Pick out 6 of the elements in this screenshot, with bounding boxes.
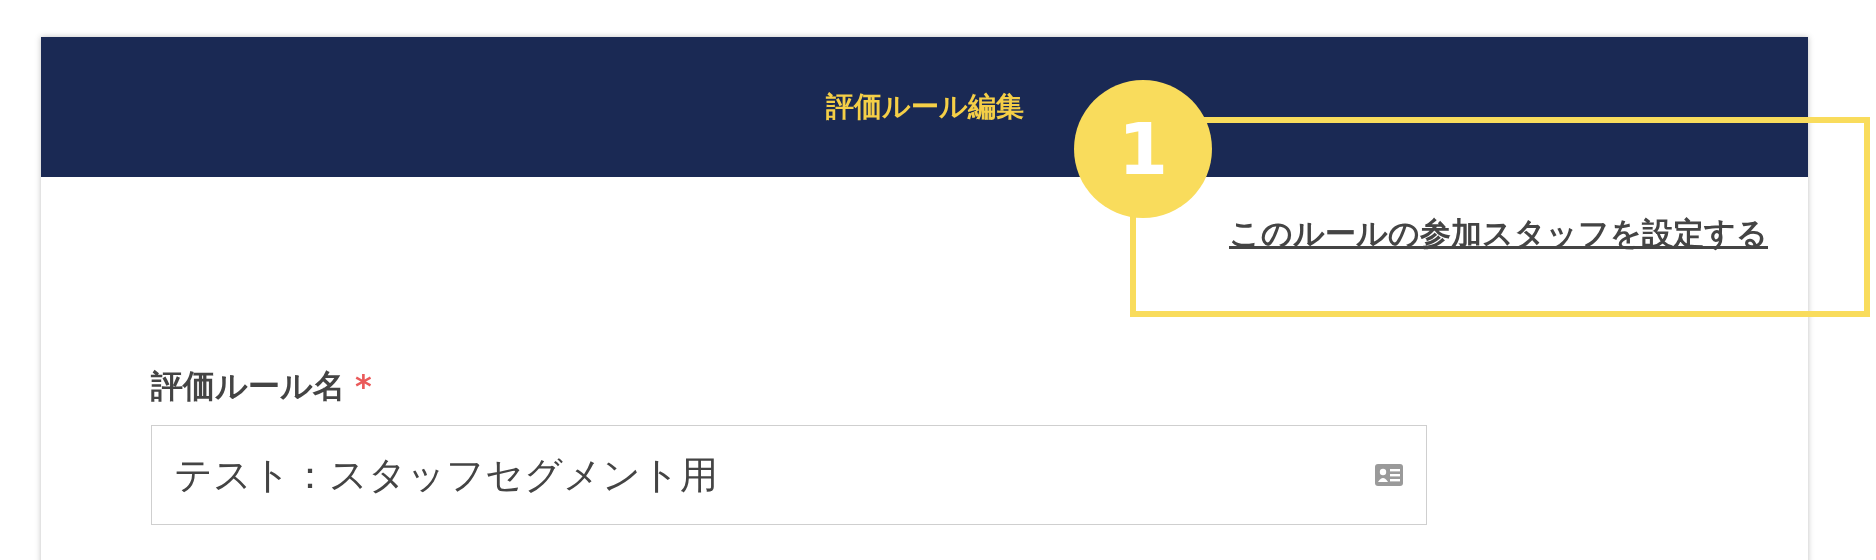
- staff-settings-link[interactable]: このルールの参加スタッフを設定する: [1229, 213, 1768, 255]
- dialog-title: 評価ルール編集: [825, 89, 1024, 125]
- required-mark: *: [355, 367, 372, 405]
- id-card-icon: [1375, 464, 1403, 486]
- field-label: 評価ルール名: [151, 366, 345, 407]
- rule-name-field[interactable]: テスト：スタッフセグメント用: [151, 425, 1427, 525]
